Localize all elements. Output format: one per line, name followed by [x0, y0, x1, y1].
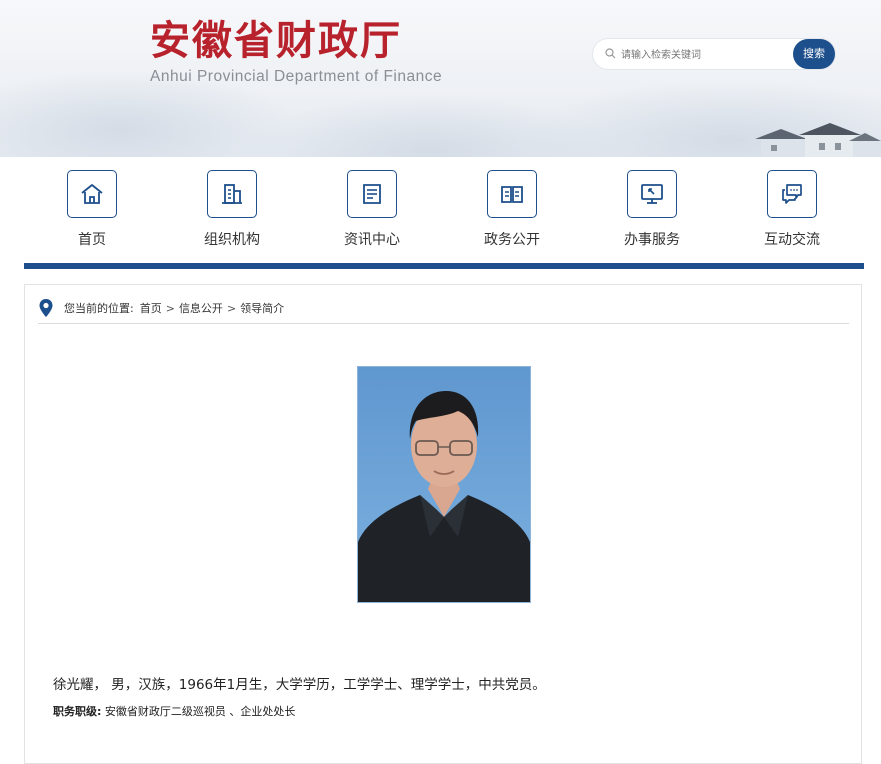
building-icon — [207, 170, 257, 218]
duty-value: 安徽省财政厅二级巡视员 、企业处处长 — [104, 705, 296, 718]
duty-label: 职务职级: — [53, 705, 102, 718]
nav-item-news[interactable]: 资讯中心 — [304, 170, 444, 250]
news-icon — [347, 170, 397, 218]
breadcrumb: 您当前的位置: 首页 > 信息公开 > 领导简介 — [38, 296, 284, 320]
nav-label: 互动交流 — [764, 232, 820, 248]
location-pin-icon — [39, 299, 53, 317]
nav-label: 组织机构 — [204, 232, 260, 248]
nav-item-services[interactable]: 办事服务 — [584, 170, 724, 250]
nav-item-interaction[interactable]: 互动交流 — [724, 170, 864, 250]
search-box: 搜索 — [593, 39, 835, 69]
breadcrumb-link-info[interactable]: 信息公开 — [179, 300, 223, 316]
breadcrumb-separator: > — [165, 301, 175, 315]
nav-divider-bar — [24, 263, 864, 269]
breadcrumb-prefix: 您当前的位置: — [64, 302, 134, 315]
chat-icon — [767, 170, 817, 218]
home-icon — [67, 170, 117, 218]
main-nav: 首页 组织机构 资讯中心 政务公开 办事服务 互动交流 — [24, 170, 864, 250]
book-icon — [487, 170, 537, 218]
breadcrumb-link-leaders[interactable]: 领导简介 — [240, 300, 284, 316]
nav-label: 办事服务 — [624, 232, 680, 248]
leader-portrait-image — [357, 366, 531, 603]
nav-item-home[interactable]: 首页 — [24, 170, 164, 250]
site-title: 安徽省财政厅 — [150, 17, 402, 64]
breadcrumb-divider — [38, 323, 849, 324]
nav-item-organization[interactable]: 组织机构 — [164, 170, 304, 250]
search-icon — [605, 48, 616, 59]
site-subtitle: Anhui Provincial Department of Finance — [150, 68, 443, 85]
leader-bio: 徐光耀， 男，汉族，1966年1月生，大学学历，工学学士、理学学士，中共党员。 — [53, 677, 546, 693]
nav-label: 资讯中心 — [344, 232, 400, 248]
building-silhouette-image — [755, 123, 881, 157]
nav-label: 政务公开 — [484, 232, 540, 248]
search-button[interactable]: 搜索 — [793, 39, 835, 69]
breadcrumb-link-home[interactable]: 首页 — [140, 300, 162, 316]
site-header: 安徽省财政厅 Anhui Provincial Department of Fi… — [0, 0, 881, 157]
monitor-icon — [627, 170, 677, 218]
nav-label: 首页 — [78, 232, 106, 248]
breadcrumb-separator: > — [226, 301, 237, 315]
nav-item-public-affairs[interactable]: 政务公开 — [444, 170, 584, 250]
search-input[interactable] — [619, 44, 793, 66]
leader-duty: 职务职级: 安徽省财政厅二级巡视员 、企业处处长 — [53, 703, 295, 719]
